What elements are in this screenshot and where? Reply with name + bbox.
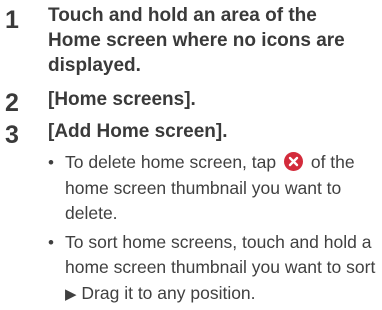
step-number: 1 [5, 6, 19, 34]
step-instruction: [Add Home screen]. [48, 121, 228, 142]
bullet-marker: • [48, 232, 54, 252]
note-text: To sort home screens, touch and hold a h… [65, 231, 376, 278]
close-circle-icon [283, 152, 303, 171]
note-delete-home-screen: • To delete home screen, tap of the home… [48, 150, 378, 227]
step-instruction: Touch and hold an area of the Home scree… [48, 5, 345, 76]
bullet-marker: • [48, 153, 54, 172]
step-instruction: [Home screens]. [48, 89, 196, 110]
step-3-notes: • To delete home screen, tap of the home… [48, 150, 378, 310]
note-text: To delete home screen, tap [65, 152, 281, 172]
step-number: 3 [5, 121, 19, 149]
step-number: 2 [5, 89, 19, 117]
note-sort-home-screens: • To sort home screens, touch and hold a… [48, 230, 378, 308]
